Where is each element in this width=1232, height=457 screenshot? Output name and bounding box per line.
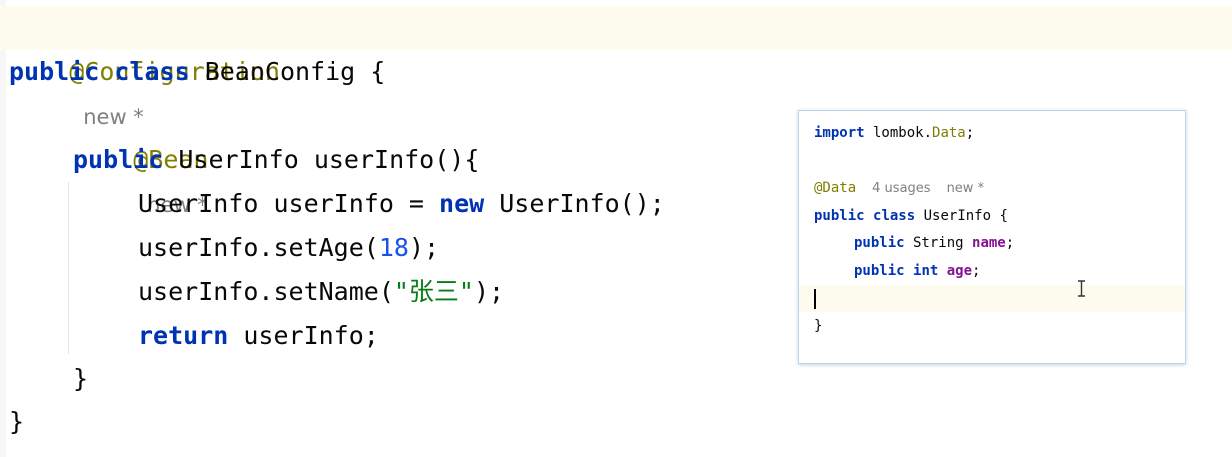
code-line-7[interactable]: userInfo.setName("张三"); xyxy=(138,270,504,314)
popup-line-field-name[interactable]: public String name; xyxy=(854,230,1014,257)
closing-brace: } xyxy=(814,318,823,334)
popup-line-class[interactable]: public class UserInfo { xyxy=(814,203,1008,230)
usages-hint[interactable]: 4 usages xyxy=(872,181,930,196)
closing-brace: } xyxy=(9,407,25,436)
semicolon: ; xyxy=(1005,235,1015,251)
field-name: name xyxy=(972,235,1006,251)
keyword-class: class xyxy=(114,57,190,86)
code-line-8[interactable]: return userInfo; xyxy=(138,314,379,358)
method-call: userInfo.setAge( xyxy=(138,233,379,262)
keyword-new: new xyxy=(439,189,485,218)
number-literal: 18 xyxy=(378,233,409,262)
call-close: ); xyxy=(408,233,440,262)
string-literal: "张三" xyxy=(393,277,474,306)
keyword-public: public xyxy=(854,235,905,251)
field-type: String xyxy=(904,235,973,251)
keyword-public: public xyxy=(814,208,865,224)
ibeam-cursor-icon xyxy=(1078,280,1085,297)
popup-line-import[interactable]: import lombok.Data; xyxy=(814,120,974,147)
class-declaration: BeanConfig { xyxy=(189,57,386,86)
imported-class: Data xyxy=(932,125,966,141)
keyword-return: return xyxy=(138,321,229,350)
code-line-10[interactable]: } xyxy=(9,400,24,444)
keyword-public: public xyxy=(73,145,164,174)
popup-line-annotation[interactable]: @Data 4 usages new * xyxy=(814,175,984,202)
popup-current-line xyxy=(799,285,1185,312)
method-call: userInfo.setName( xyxy=(138,277,394,306)
method-declaration: UserInfo userInfo(){ xyxy=(163,145,480,174)
indent-guide xyxy=(68,182,69,354)
constructor-call: UserInfo(); xyxy=(484,189,665,218)
semicolon: ; xyxy=(965,125,975,141)
return-value: userInfo; xyxy=(228,321,379,350)
class-declaration: UserInfo { xyxy=(915,208,1008,224)
text-caret xyxy=(814,289,816,309)
code-line-9[interactable]: } xyxy=(73,357,88,401)
keyword-public: public xyxy=(9,57,100,86)
variable-declaration: UserInfo userInfo = xyxy=(138,189,440,218)
code-line-5[interactable]: UserInfo userInfo = new UserInfo(); xyxy=(138,182,665,226)
code-line-1[interactable]: @Configuration new * xyxy=(9,6,280,129)
code-line-2[interactable]: public class BeanConfig { xyxy=(9,50,385,94)
keyword-int: int xyxy=(913,263,939,279)
semicolon: ; xyxy=(972,263,981,279)
annotation-data: @Data xyxy=(814,180,857,196)
author-hint[interactable]: new * xyxy=(947,181,985,196)
package-name: lombok. xyxy=(864,125,933,141)
field-age: age xyxy=(946,263,973,279)
keyword-public: public xyxy=(854,263,905,279)
keyword-class: class xyxy=(873,208,916,224)
call-close: ); xyxy=(473,277,505,306)
editor-gutter xyxy=(0,0,6,457)
quick-definition-popup[interactable]: import lombok.Data; @Data 4 usages new * p… xyxy=(798,110,1186,364)
popup-line-field-age[interactable]: public int age; xyxy=(854,258,980,285)
code-line-6[interactable]: userInfo.setAge(18); xyxy=(138,226,439,270)
code-line-3[interactable]: @Bean new * xyxy=(73,94,208,217)
popup-line-closing[interactable]: } xyxy=(814,313,822,340)
closing-brace: } xyxy=(73,364,89,393)
keyword-import: import xyxy=(814,125,865,141)
code-line-4[interactable]: public UserInfo userInfo(){ xyxy=(73,138,479,182)
